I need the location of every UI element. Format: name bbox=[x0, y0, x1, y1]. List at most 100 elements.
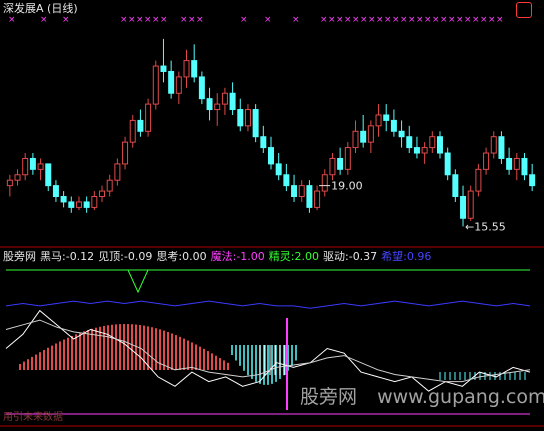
candle-body bbox=[413, 147, 420, 154]
indicator-label: 精灵: bbox=[268, 250, 295, 263]
signal-marker: × bbox=[196, 15, 204, 25]
watermark-url: www.gupang.com bbox=[377, 386, 544, 408]
signal-marker: × bbox=[180, 15, 188, 25]
candle-body bbox=[483, 152, 490, 170]
candle-body bbox=[114, 163, 121, 181]
candle-body bbox=[275, 163, 282, 176]
candle-body bbox=[237, 109, 244, 127]
watermark: 股旁网 www.gupang.com bbox=[300, 388, 544, 407]
indicator-item: 思考:0.00 bbox=[156, 250, 206, 264]
candle-body bbox=[268, 147, 274, 165]
candle-body bbox=[329, 157, 336, 176]
candle-body bbox=[513, 157, 520, 170]
indicator-value: 2.00 bbox=[294, 250, 320, 263]
candle-body bbox=[106, 179, 113, 192]
signal-marker: × bbox=[40, 15, 48, 25]
signal-marker: × bbox=[384, 15, 392, 25]
candle-body bbox=[6, 179, 13, 187]
candle-body bbox=[498, 136, 505, 159]
candle-body bbox=[168, 70, 175, 94]
candle-body bbox=[252, 109, 259, 138]
signal-marker: × bbox=[152, 15, 160, 25]
indicator-label: 思考: bbox=[156, 250, 183, 263]
candle-body bbox=[444, 152, 451, 176]
indicator-value: -1.00 bbox=[236, 250, 265, 263]
candle-body bbox=[314, 190, 321, 208]
candle-body bbox=[352, 130, 359, 149]
candle-body bbox=[75, 201, 82, 208]
candle-body bbox=[475, 168, 482, 192]
candle-body bbox=[22, 157, 29, 176]
candle-body bbox=[29, 157, 36, 170]
indicator-label: 见顶: bbox=[98, 250, 124, 263]
signal-marker: × bbox=[160, 15, 168, 25]
candle-body bbox=[467, 190, 474, 219]
indicator-value: 0.96 bbox=[406, 250, 432, 263]
chart-canvas[interactable]: × × × × × × × × × × × × × × × × × × × × × × × × × × × × × × × × × × × × × ×19… bbox=[0, 0, 544, 427]
candle-body bbox=[60, 196, 67, 203]
signal-marker: × bbox=[320, 15, 328, 25]
signal-marker: × bbox=[496, 15, 504, 25]
indicator-values-bar: 股旁网 黑马:-0.12 见顶:-0.09 思考:0.00 魔法:-1.00 精灵:2.0… bbox=[3, 250, 431, 264]
low-price-label: ←15.55 bbox=[465, 220, 506, 233]
candle-body bbox=[521, 157, 528, 176]
signal-marker: × bbox=[376, 15, 384, 25]
chart-title: 深发展A (日线) bbox=[3, 2, 78, 15]
candle-body bbox=[429, 136, 436, 149]
indicator-label: 魔法: bbox=[210, 250, 237, 263]
indicator-value: -0.37 bbox=[348, 250, 378, 263]
indicator-item: 精灵:2.00 bbox=[269, 250, 319, 264]
candle-body bbox=[122, 141, 129, 165]
candle-body bbox=[344, 147, 351, 170]
indicator-item: 股旁网 bbox=[3, 250, 36, 264]
candle-body bbox=[198, 76, 205, 100]
candle-body bbox=[99, 190, 106, 198]
candle-body bbox=[221, 92, 228, 105]
candle-body bbox=[398, 130, 405, 138]
candle-body bbox=[160, 65, 167, 72]
candle-body bbox=[460, 196, 467, 219]
candle-body bbox=[291, 185, 298, 198]
signal-marker: × bbox=[456, 15, 464, 25]
stock-chart-window: × × × × × × × × × × × × × × × × × × × × × × × × × × × × × × × × × × × × × × 19… bbox=[0, 0, 544, 427]
indicator-item: 黑马:-0.12 bbox=[40, 250, 94, 264]
candle-body bbox=[45, 163, 52, 187]
signal-marker: × bbox=[472, 15, 480, 25]
signal-marker: × bbox=[480, 15, 488, 25]
indicator-line bbox=[5, 300, 531, 309]
candle-body bbox=[37, 163, 44, 170]
signal-marker: × bbox=[432, 15, 440, 25]
candle-body bbox=[91, 196, 98, 208]
candle-body bbox=[129, 119, 136, 143]
settings-button[interactable] bbox=[516, 2, 532, 18]
candle-body bbox=[375, 114, 382, 127]
candle-body bbox=[306, 185, 313, 208]
signal-marker: × bbox=[440, 15, 448, 25]
candle-body bbox=[298, 185, 305, 198]
candle-body bbox=[383, 114, 390, 121]
signal-marker: × bbox=[368, 15, 376, 25]
indicator-label: 股旁网 bbox=[3, 250, 36, 263]
candle-body bbox=[390, 119, 397, 132]
signal-marker: × bbox=[128, 15, 136, 25]
signal-marker: × bbox=[328, 15, 336, 25]
indicator-value: 0.00 bbox=[182, 250, 207, 263]
candle-body bbox=[436, 136, 443, 154]
indicator-label: 黑马: bbox=[40, 250, 66, 263]
signal-marker: × bbox=[416, 15, 424, 25]
signal-marker: × bbox=[464, 15, 472, 25]
future-data-label: 用引未来数据 bbox=[3, 412, 63, 423]
signal-marker: × bbox=[344, 15, 352, 25]
signal-marker: × bbox=[188, 15, 196, 25]
candle-body bbox=[529, 174, 536, 187]
high-price-label: 19.00 bbox=[331, 180, 363, 193]
candle-body bbox=[14, 174, 21, 181]
candle-body bbox=[452, 174, 459, 198]
indicator-item: 魔法:-1.00 bbox=[211, 250, 265, 264]
signal-marker: × bbox=[62, 15, 70, 25]
signal-marker: × bbox=[336, 15, 344, 25]
candle-body bbox=[367, 125, 374, 143]
signal-marker: × bbox=[264, 15, 272, 25]
signal-marker: × bbox=[408, 15, 416, 25]
green-spike bbox=[127, 269, 149, 294]
